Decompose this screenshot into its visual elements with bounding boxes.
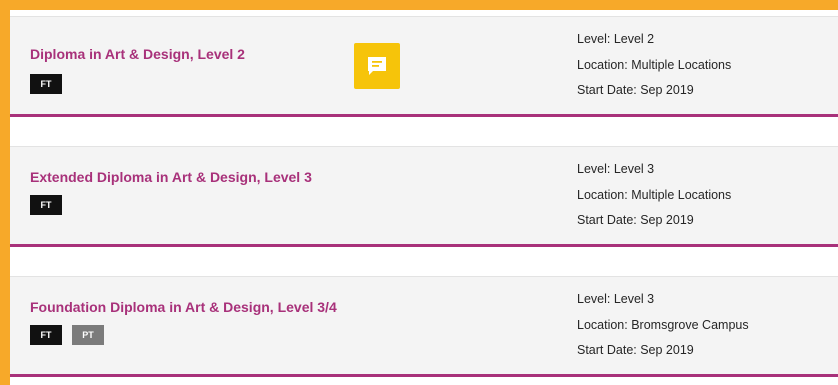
tag-full-time: FT	[30, 195, 62, 215]
course-tags: FT PT	[30, 325, 104, 345]
course-level: Level: Level 3	[577, 162, 655, 176]
course-list: Diploma in Art & Design, Level 2 FT Leve…	[10, 10, 838, 385]
course-location: Location: Multiple Locations	[577, 57, 732, 72]
tag-part-time: PT	[72, 325, 104, 345]
course-card-extended-diploma-level-3[interactable]: Extended Diploma in Art & Design, Level …	[10, 146, 838, 247]
course-start-date: Start Date: Sep 2019	[577, 83, 694, 97]
course-location: Location: Multiple Locations	[577, 187, 732, 202]
course-tags: FT	[30, 195, 62, 215]
course-meta: Level: Level 3 Location: Bromsgrove Camp…	[577, 287, 749, 364]
chat-bubble-glyph	[368, 57, 386, 75]
course-meta: Level: Level 3 Location: Multiple Locati…	[577, 157, 731, 234]
course-card-diploma-level-2[interactable]: Diploma in Art & Design, Level 2 FT Leve…	[10, 16, 838, 117]
course-title[interactable]: Diploma in Art & Design, Level 2	[30, 46, 245, 62]
course-card-foundation-diploma-level-3-4[interactable]: Foundation Diploma in Art & Design, Leve…	[10, 276, 838, 377]
course-level: Level: Level 2	[577, 32, 655, 46]
tag-full-time: FT	[30, 74, 62, 94]
course-start-date: Start Date: Sep 2019	[577, 213, 694, 227]
course-meta: Level: Level 2 Location: Multiple Locati…	[577, 27, 731, 104]
chat-bubble-icon[interactable]	[354, 43, 400, 89]
tag-full-time: FT	[30, 325, 62, 345]
course-location: Location: Bromsgrove Campus	[577, 317, 749, 332]
course-title[interactable]: Foundation Diploma in Art & Design, Leve…	[30, 299, 337, 315]
course-level: Level: Level 3	[577, 292, 655, 306]
course-start-date: Start Date: Sep 2019	[577, 343, 694, 357]
course-title[interactable]: Extended Diploma in Art & Design, Level …	[30, 169, 312, 185]
course-tags: FT	[30, 74, 62, 94]
